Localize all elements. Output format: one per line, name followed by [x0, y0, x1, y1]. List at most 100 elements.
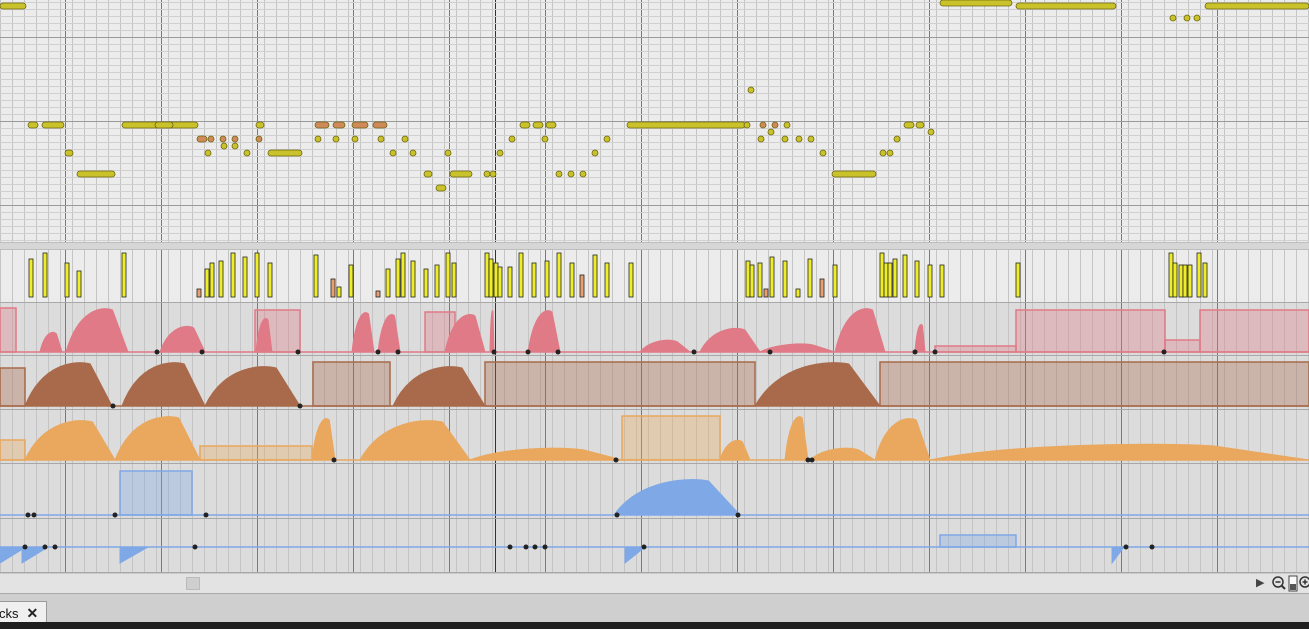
velocity-bar [782, 260, 788, 298]
horizontal-scrollbar[interactable]: ▶ [0, 573, 1309, 593]
control-point [641, 544, 647, 550]
tab-tracks[interactable]: cks ✕ [0, 601, 48, 624]
midi-note [154, 121, 174, 129]
midi-note [449, 170, 473, 178]
play-arrow-icon[interactable]: ▶ [1256, 576, 1264, 589]
midi-note [1015, 2, 1117, 10]
velocity-bar [42, 252, 48, 298]
cc-lane-2-envelope[interactable] [0, 356, 1309, 410]
velocity-bar [336, 286, 342, 298]
cc-envelope-shape [392, 366, 486, 407]
velocity-bar [445, 252, 451, 298]
midi-note [567, 170, 575, 178]
close-icon[interactable]: ✕ [27, 605, 39, 622]
midi-note [915, 121, 925, 129]
scrollbar-thumb[interactable] [186, 577, 200, 590]
midi-note [795, 135, 803, 143]
velocity-bar [592, 254, 598, 298]
cc-lane-5-envelope[interactable] [0, 519, 1309, 573]
cc-lane-4-envelope[interactable] [0, 464, 1309, 519]
velocity-bar [556, 252, 562, 298]
cc-lane-3[interactable] [0, 410, 1309, 464]
cc-lane-2[interactable] [0, 356, 1309, 410]
control-point [1149, 544, 1155, 550]
control-point [691, 349, 697, 355]
pane-splitter[interactable] [0, 242, 1309, 250]
midi-note [626, 121, 746, 129]
cc-lane-5[interactable] [0, 519, 1309, 573]
midi-note [372, 121, 388, 129]
velocity-bar [64, 262, 70, 298]
midi-note [579, 170, 587, 178]
cc-lane-1-envelope[interactable] [0, 303, 1309, 356]
velocity-bar [745, 260, 751, 298]
control-point [809, 457, 815, 463]
cc-lane-3-envelope[interactable] [0, 410, 1309, 464]
velocity-lane[interactable] [0, 250, 1309, 303]
cc-lane-4[interactable] [0, 464, 1309, 519]
midi-note [743, 121, 751, 129]
control-point [192, 544, 198, 550]
velocity-bar [400, 252, 406, 298]
control-point [614, 512, 620, 518]
midi-note [220, 142, 228, 150]
control-point [42, 544, 48, 550]
velocity-bar [385, 268, 391, 298]
velocity-bar [518, 252, 524, 298]
velocity-bar [628, 262, 634, 298]
midi-note [204, 149, 212, 157]
control-point [525, 349, 531, 355]
velocity-bar [493, 262, 499, 298]
midi-note [603, 135, 611, 143]
midi-note [314, 135, 322, 143]
midi-note [231, 142, 239, 150]
velocity-bar [887, 262, 893, 298]
velocity-bar [254, 252, 260, 298]
cc-hold-block [0, 307, 17, 353]
velocity-bar [507, 266, 513, 298]
midi-note [76, 170, 116, 178]
midi-note [771, 121, 779, 129]
control-point [297, 403, 303, 409]
note-grid[interactable] [0, 0, 1309, 242]
cc-hold-block [1015, 309, 1166, 353]
piano-roll-grid[interactable] [0, 0, 1309, 242]
midi-note [807, 135, 815, 143]
velocity-bar [939, 264, 945, 298]
cc-envelope-shape [719, 439, 751, 461]
midi-note [483, 170, 491, 178]
cc-envelope-shape [351, 312, 375, 353]
midi-note [781, 135, 789, 143]
velocity-bar [423, 268, 429, 298]
cc-envelope-shape [39, 331, 63, 353]
velocity-bar [209, 262, 215, 298]
cc-envelope-shape [24, 420, 116, 461]
midi-note [903, 121, 915, 129]
midi-note [0, 2, 27, 10]
cc-hold-block [621, 415, 721, 461]
velocity-bar [763, 288, 769, 298]
control-point [154, 349, 160, 355]
zoom-slider-icon[interactable] [1288, 575, 1298, 592]
velocity-bar [769, 256, 775, 298]
velocity-bars[interactable] [0, 250, 1309, 303]
zoom-out-icon[interactable] [1271, 575, 1287, 591]
zoom-in-icon[interactable] [1298, 575, 1309, 591]
midi-note [243, 149, 251, 157]
midi-note [489, 170, 497, 178]
cc-envelope-shape [204, 366, 301, 407]
velocity-bar [395, 258, 401, 298]
midi-note [519, 121, 531, 129]
cc-hold-block [1164, 339, 1201, 353]
control-point [203, 512, 209, 518]
control-point [613, 457, 619, 463]
midi-note [759, 121, 767, 129]
midi-note [389, 149, 397, 157]
velocity-bar [330, 278, 336, 298]
cc-envelope-shape [874, 418, 931, 461]
cc-envelope-shape [359, 420, 471, 461]
midi-note [267, 149, 303, 157]
cc-envelope-shape [527, 310, 561, 353]
velocity-bar [757, 262, 763, 298]
cc-lane-1[interactable] [0, 303, 1309, 356]
